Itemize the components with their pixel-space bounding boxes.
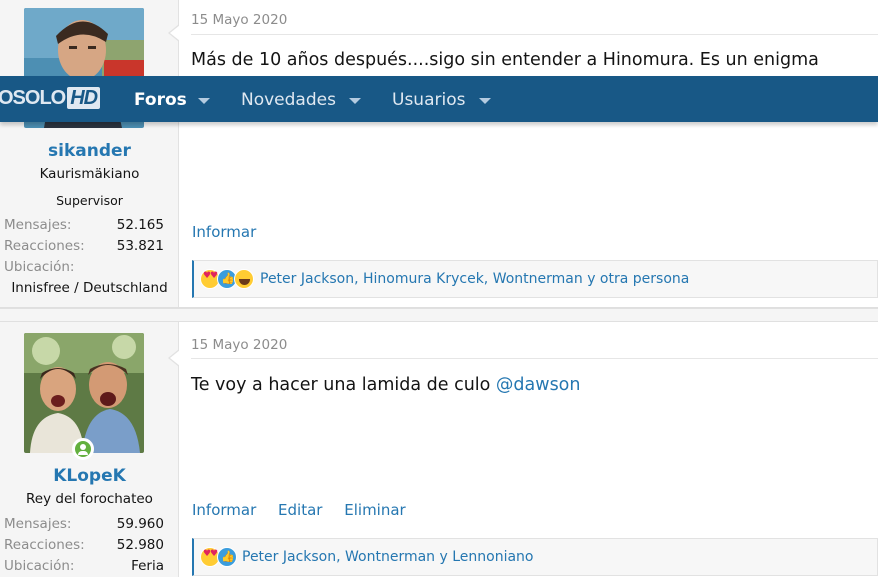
post-2-username[interactable]: KLopeK	[0, 466, 179, 486]
post-2-reaction-names[interactable]: Peter Jackson, Wontnerman y Lennoniano	[242, 549, 534, 565]
logo-hd-badge: HD	[67, 87, 101, 109]
post-2-user-panel: KLopeK Rey del forochateo Mensajes: 59.9…	[0, 322, 179, 577]
main-navbar: OSOLO HD Foros Novedades Usuarios	[0, 76, 878, 122]
post-2-reactions-bar: Peter Jackson, Wontnerman y Lennoniano	[192, 538, 878, 576]
post-1-reaction-icons	[200, 269, 254, 289]
post-1-messages-value: 52.165	[116, 217, 164, 233]
post-2-content: Te voy a hacer una lamida de culo @dawso…	[191, 375, 580, 395]
post-1-date[interactable]: 15 Mayo 2020	[191, 12, 287, 28]
post-1-user-title: Kaurismäkiano	[39, 166, 140, 182]
post-2-reactions-value: 52.980	[116, 537, 164, 553]
nav-novedades[interactable]: Novedades	[241, 90, 336, 110]
like-reaction-icon	[217, 547, 237, 567]
post-2-location-label: Ubicación:	[4, 558, 75, 574]
post-1-content: Más de 10 años después....sigo sin enten…	[191, 50, 819, 70]
post-2-date-divider	[191, 358, 878, 359]
post-2-content-text: Te voy a hacer una lamida de culo	[191, 375, 496, 395]
nav-foros[interactable]: Foros	[134, 90, 187, 110]
chevron-down-icon[interactable]	[198, 98, 210, 104]
edit-link[interactable]: Editar	[278, 501, 322, 519]
report-link[interactable]: Informar	[192, 223, 256, 241]
post-2-messages-label: Mensajes:	[4, 516, 72, 532]
post-2-date[interactable]: 15 Mayo 2020	[191, 337, 287, 353]
post-2-location-value: Feria	[131, 558, 164, 574]
post-1-reactions-label: Reacciones:	[4, 238, 85, 254]
post-1-reactions-value: 53.821	[116, 238, 164, 254]
post-2: KLopeK Rey del forochateo Mensajes: 59.9…	[0, 322, 878, 577]
nav-usuarios[interactable]: Usuarios	[392, 90, 465, 110]
delete-link[interactable]: Eliminar	[344, 501, 405, 519]
chevron-down-icon[interactable]	[479, 98, 491, 104]
post-1-arrow	[168, 24, 180, 42]
post-1-messages-label: Mensajes:	[4, 217, 72, 233]
post-1: sikander Kaurismäkiano Supervisor Mensaj…	[0, 0, 878, 308]
post-2-reaction-icons	[200, 547, 237, 567]
post-2-actions: Informar Editar Eliminar	[192, 501, 423, 519]
post-1-username[interactable]: sikander	[0, 141, 179, 161]
post-2-reactions-label: Reacciones:	[4, 537, 85, 553]
user-mention-link[interactable]: @dawson	[496, 375, 581, 395]
post-2-avatar[interactable]	[24, 333, 144, 453]
chevron-down-icon[interactable]	[349, 98, 361, 104]
post-2-arrow	[168, 349, 180, 367]
post-1-date-divider	[191, 34, 878, 35]
post-1-reactions-bar: Peter Jackson, Hinomura Krycek, Wontnerm…	[192, 260, 878, 298]
post-1-user-panel: sikander Kaurismäkiano Supervisor Mensaj…	[0, 0, 179, 307]
report-link[interactable]: Informar	[192, 501, 256, 519]
haha-reaction-icon	[234, 269, 254, 289]
post-2-user-title: Rey del forochateo	[26, 491, 153, 507]
site-logo[interactable]: OSOLO HD	[0, 87, 101, 110]
post-1-user-banner: Supervisor	[56, 193, 123, 208]
logo-text: OSOLO	[0, 87, 66, 109]
post-1-actions: Informar	[192, 223, 273, 241]
post-2-messages-value: 59.960	[116, 516, 164, 532]
post-1-location-label: Ubicación:	[4, 259, 75, 275]
post-separator	[0, 308, 878, 322]
online-status-icon	[72, 438, 94, 460]
post-1-location-value: Innisfree / Deutschland	[11, 280, 168, 296]
post-1-reaction-names[interactable]: Peter Jackson, Hinomura Krycek, Wontnerm…	[260, 271, 689, 287]
